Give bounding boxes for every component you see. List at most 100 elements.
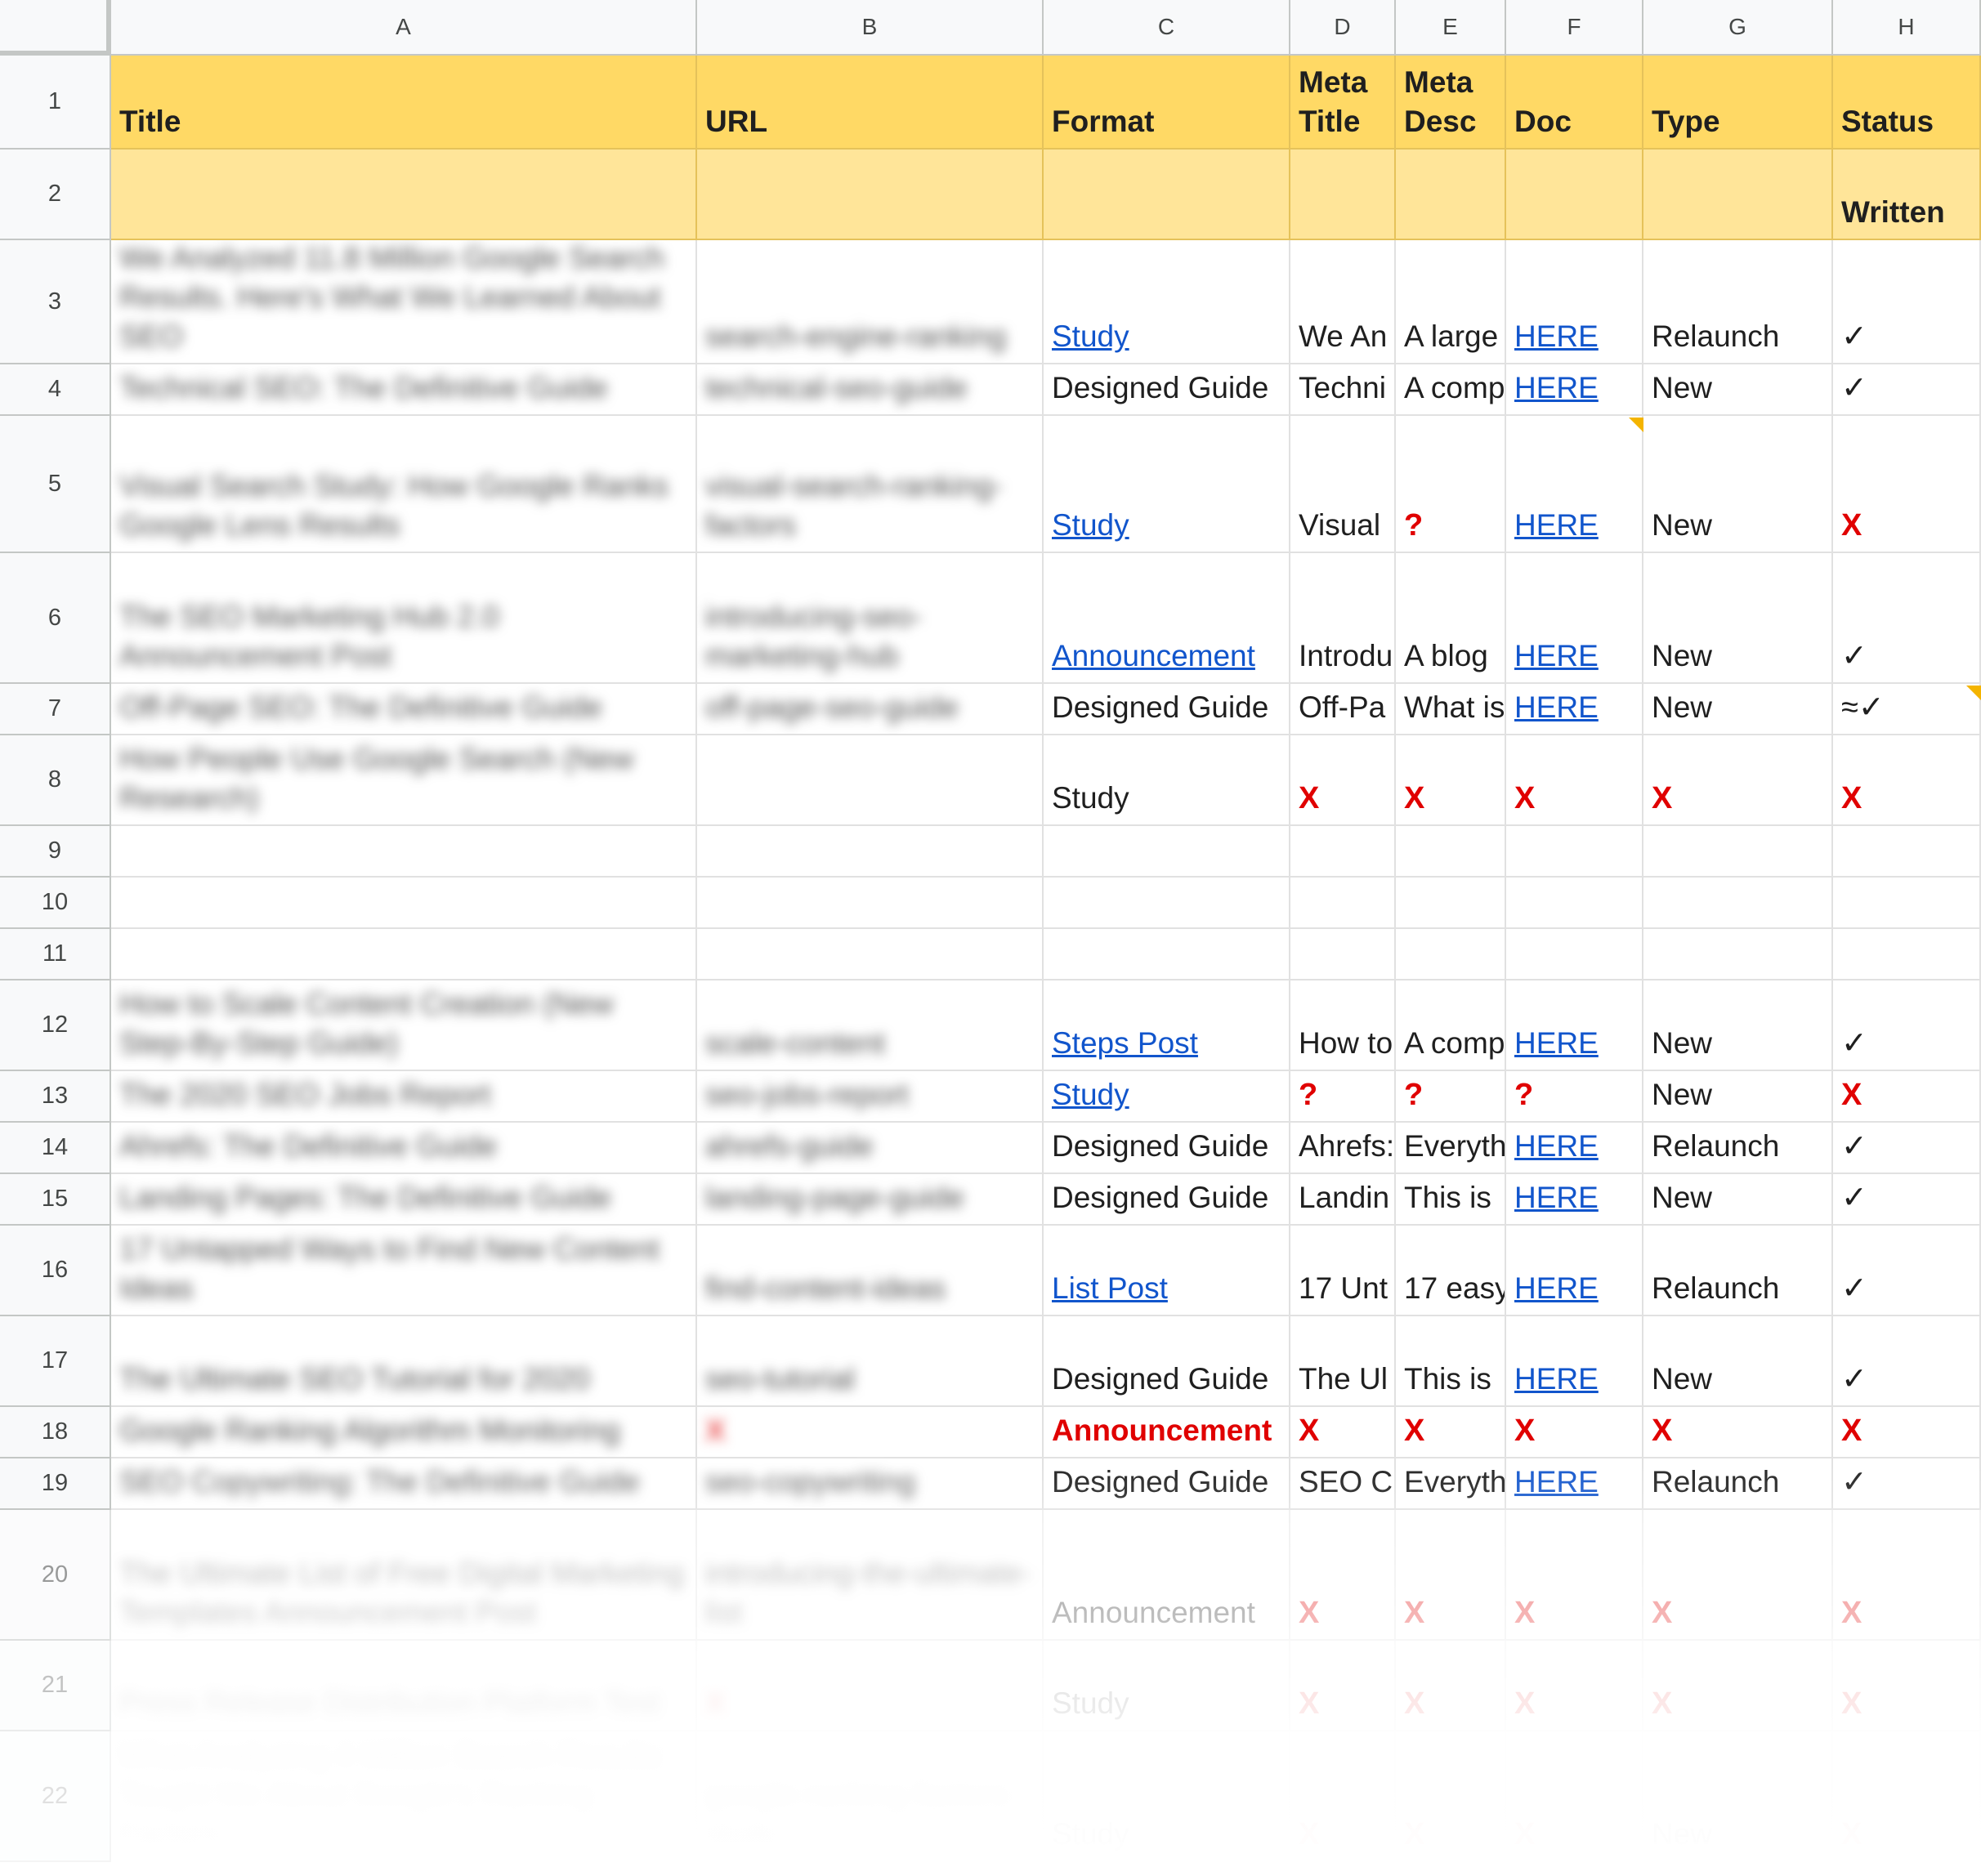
cell-meta-title[interactable]: X: [1290, 1407, 1396, 1458]
cell-meta-desc[interactable]: X: [1396, 1510, 1506, 1641]
header-cell-format[interactable]: Format: [1044, 56, 1290, 150]
cell-meta-desc[interactable]: A blog: [1396, 553, 1506, 684]
cell-meta-desc[interactable]: ?: [1396, 416, 1506, 553]
header-cell-url[interactable]: URL: [697, 56, 1044, 150]
format-link[interactable]: Announcement: [1052, 636, 1255, 676]
row-header-13[interactable]: 13: [0, 1071, 111, 1123]
row-header-2[interactable]: 2: [0, 150, 111, 240]
doc-link[interactable]: HERE: [1514, 1360, 1599, 1399]
cell-title[interactable]: How to Scale Content Creation (New Step-…: [111, 980, 697, 1071]
cell-url[interactable]: [697, 826, 1044, 878]
cell-meta-title[interactable]: We An: [1290, 240, 1396, 364]
cell-doc[interactable]: HERE: [1506, 364, 1643, 416]
cell-doc[interactable]: HERE: [1506, 1226, 1643, 1316]
format-link[interactable]: List Post: [1052, 1269, 1168, 1308]
row-header-21[interactable]: 21: [0, 1641, 111, 1731]
row-header-8[interactable]: 8: [0, 735, 111, 826]
cell-meta-title[interactable]: X: [1290, 1510, 1396, 1641]
cell-format[interactable]: Designed Guide: [1044, 1458, 1290, 1510]
cell-url[interactable]: [697, 735, 1044, 826]
cell-url[interactable]: seo-jobs-report: [697, 1071, 1044, 1123]
row-header-7[interactable]: 7: [0, 684, 111, 735]
cell-type[interactable]: X: [1643, 735, 1833, 826]
cell-meta-desc[interactable]: X: [1396, 735, 1506, 826]
cell-doc[interactable]: HERE: [1506, 1174, 1643, 1226]
cell-url[interactable]: visual-search-ranking-factors: [697, 416, 1044, 553]
cell-format[interactable]: List Post: [1044, 1226, 1290, 1316]
cell-doc[interactable]: [1506, 826, 1643, 878]
column-header-d[interactable]: D: [1290, 0, 1396, 56]
doc-link[interactable]: HERE: [1514, 1024, 1599, 1063]
cell-title[interactable]: Press Release Distribution Platform Test: [111, 1641, 697, 1731]
header-cell-type[interactable]: Type: [1643, 56, 1833, 150]
cell-title[interactable]: 17 Untapped Ways to Find New Content Ide…: [111, 1226, 697, 1316]
cell-format[interactable]: Study: [1044, 1071, 1290, 1123]
cell-format[interactable]: Study: [1044, 735, 1290, 826]
cell-doc[interactable]: HERE: [1506, 1316, 1643, 1407]
cell-meta-title[interactable]: X: [1290, 1731, 1396, 1862]
cell-meta-title[interactable]: 17 Unt: [1290, 1226, 1396, 1316]
header-cell-status[interactable]: Status: [1833, 56, 1981, 150]
subheader-cell-meta-desc[interactable]: [1396, 150, 1506, 240]
cell-status[interactable]: ✓: [1833, 1226, 1981, 1316]
cell-status[interactable]: ✓: [1833, 1123, 1981, 1174]
row-header-9[interactable]: 9: [0, 826, 111, 878]
subheader-cell-status[interactable]: Written: [1833, 150, 1981, 240]
cell-meta-title[interactable]: The Ul: [1290, 1316, 1396, 1407]
cell-type[interactable]: Relaunch: [1643, 1226, 1833, 1316]
cell-meta-title[interactable]: Visual: [1290, 416, 1396, 553]
cell-meta-desc[interactable]: This is: [1396, 1316, 1506, 1407]
cell-format[interactable]: Study: [1044, 416, 1290, 553]
cell-status[interactable]: ≈✓: [1833, 684, 1981, 735]
cell-meta-title[interactable]: Techni: [1290, 364, 1396, 416]
cell-type[interactable]: New: [1643, 684, 1833, 735]
cell-status[interactable]: [1833, 878, 1981, 929]
cell-type[interactable]: [1643, 878, 1833, 929]
cell-url[interactable]: X: [697, 1641, 1044, 1731]
header-cell-meta-desc[interactable]: Meta Desc: [1396, 56, 1506, 150]
cell-format[interactable]: Designed Guide: [1044, 1316, 1290, 1407]
cell-title[interactable]: We Analyzed 11.8 Million Google Search R…: [111, 240, 697, 364]
cell-format[interactable]: [1044, 826, 1290, 878]
cell-status[interactable]: X: [1833, 1510, 1981, 1641]
cell-status[interactable]: ✓: [1833, 364, 1981, 416]
cell-url[interactable]: search-engine-ranking: [697, 240, 1044, 364]
cell-type[interactable]: Relaunch: [1643, 1123, 1833, 1174]
cell-status[interactable]: ✓: [1833, 240, 1981, 364]
cell-format[interactable]: Steps Post: [1044, 980, 1290, 1071]
header-cell-meta-title[interactable]: Meta Title: [1290, 56, 1396, 150]
row-header-3[interactable]: 3: [0, 240, 111, 364]
row-header-15[interactable]: 15: [0, 1174, 111, 1226]
cell-title[interactable]: Google Ranking Algorithm Monitoring: [111, 1407, 697, 1458]
cell-meta-desc[interactable]: Everyth: [1396, 1458, 1506, 1510]
cell-status[interactable]: X: [1833, 1641, 1981, 1731]
column-header-g[interactable]: G: [1643, 0, 1833, 56]
cell-url[interactable]: introducing-seo-marketing-hub: [697, 553, 1044, 684]
cell-title[interactable]: The Ultimate List of Free Digital Market…: [111, 1510, 697, 1641]
column-header-h[interactable]: H: [1833, 0, 1981, 56]
row-header-5[interactable]: 5: [0, 416, 111, 553]
cell-url[interactable]: ahrefs-guide: [697, 1123, 1044, 1174]
cell-status[interactable]: X: [1833, 1731, 1981, 1862]
cell-format[interactable]: Study: [1044, 240, 1290, 364]
cell-title[interactable]: How People Use Google Search (New Resear…: [111, 735, 697, 826]
cell-type[interactable]: New: [1643, 1316, 1833, 1407]
cell-format[interactable]: Designed Guide: [1044, 684, 1290, 735]
cell-status[interactable]: ✓: [1833, 1458, 1981, 1510]
row-header-17[interactable]: 17: [0, 1316, 111, 1407]
cell-meta-desc[interactable]: This is: [1396, 1174, 1506, 1226]
cell-meta-desc[interactable]: [1396, 878, 1506, 929]
row-header-12[interactable]: 12: [0, 980, 111, 1071]
cell-title[interactable]: The 2020 SEO Jobs Report: [111, 1071, 697, 1123]
cell-url[interactable]: scale-content: [697, 980, 1044, 1071]
cell-status[interactable]: X: [1833, 735, 1981, 826]
cell-format[interactable]: Designed Guide: [1044, 1123, 1290, 1174]
cell-doc[interactable]: HERE: [1506, 416, 1643, 553]
doc-link[interactable]: HERE: [1514, 317, 1599, 356]
comment-indicator[interactable]: [1629, 418, 1643, 432]
doc-link[interactable]: HERE: [1514, 1463, 1599, 1502]
cell-doc[interactable]: X: [1506, 1510, 1643, 1641]
cell-meta-desc[interactable]: Everyth: [1396, 1123, 1506, 1174]
cell-doc[interactable]: X: [1506, 1641, 1643, 1731]
cell-type[interactable]: New: [1643, 553, 1833, 684]
